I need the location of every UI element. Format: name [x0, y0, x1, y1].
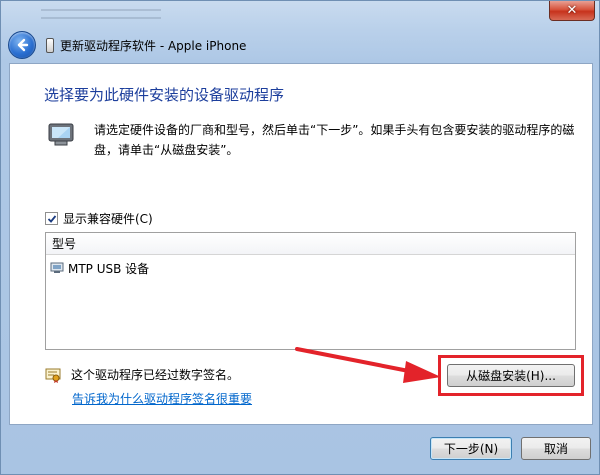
cancel-button[interactable]: 取消 [521, 437, 591, 460]
signed-status: 这个驱动程序已经过数字签名。 [45, 366, 239, 383]
model-column-label: 型号 [52, 237, 77, 251]
next-label: 下一步(N) [443, 442, 499, 456]
why-signing-link[interactable]: 告诉我为什么驱动程序签名很重要 [72, 390, 252, 407]
certificate-icon [45, 368, 61, 383]
show-compatible-checkbox[interactable] [45, 212, 58, 225]
title-row: 更新驱动程序软件 - Apple iPhone [8, 29, 594, 61]
model-column-header[interactable]: 型号 [46, 233, 575, 255]
background-window-hint [41, 3, 301, 27]
have-disk-button[interactable]: 从磁盘安装(H)... [447, 364, 575, 387]
close-icon: ✕ [566, 3, 578, 18]
usb-device-icon [50, 262, 64, 273]
show-compatible-label: 显示兼容硬件(C) [63, 212, 153, 226]
page-heading: 选择要为此硬件安装的设备驱动程序 [44, 86, 285, 104]
cancel-label: 取消 [543, 442, 568, 456]
list-item[interactable]: MTP USB 设备 [50, 259, 575, 277]
show-compatible-row[interactable]: 显示兼容硬件(C) [45, 210, 153, 227]
device-icon [48, 123, 74, 146]
signed-text: 这个驱动程序已经过数字签名。 [71, 368, 240, 382]
annotation-arrow [295, 347, 441, 383]
window-title: 更新驱动程序软件 - Apple iPhone [60, 38, 247, 53]
phone-icon [46, 37, 54, 53]
next-button[interactable]: 下一步(N) [430, 437, 512, 460]
back-button[interactable] [8, 31, 36, 59]
back-arrow-icon [17, 38, 29, 52]
list-item-label: MTP USB 设备 [68, 261, 150, 276]
model-list[interactable]: 型号 MTP USB 设备 [45, 232, 576, 350]
dialog-window: ✕ 更新驱动程序软件 - Apple iPhone 选择要为此硬件安装的设备驱动… [0, 0, 600, 475]
close-button[interactable]: ✕ [549, 1, 595, 21]
have-disk-label: 从磁盘安装(H)... [466, 369, 556, 383]
instruction-text: 请选定硬件设备的厂商和型号，然后单击“下一步”。如果手头有包含要安装的驱动程序的… [94, 123, 575, 157]
checkmark-icon [47, 214, 56, 223]
